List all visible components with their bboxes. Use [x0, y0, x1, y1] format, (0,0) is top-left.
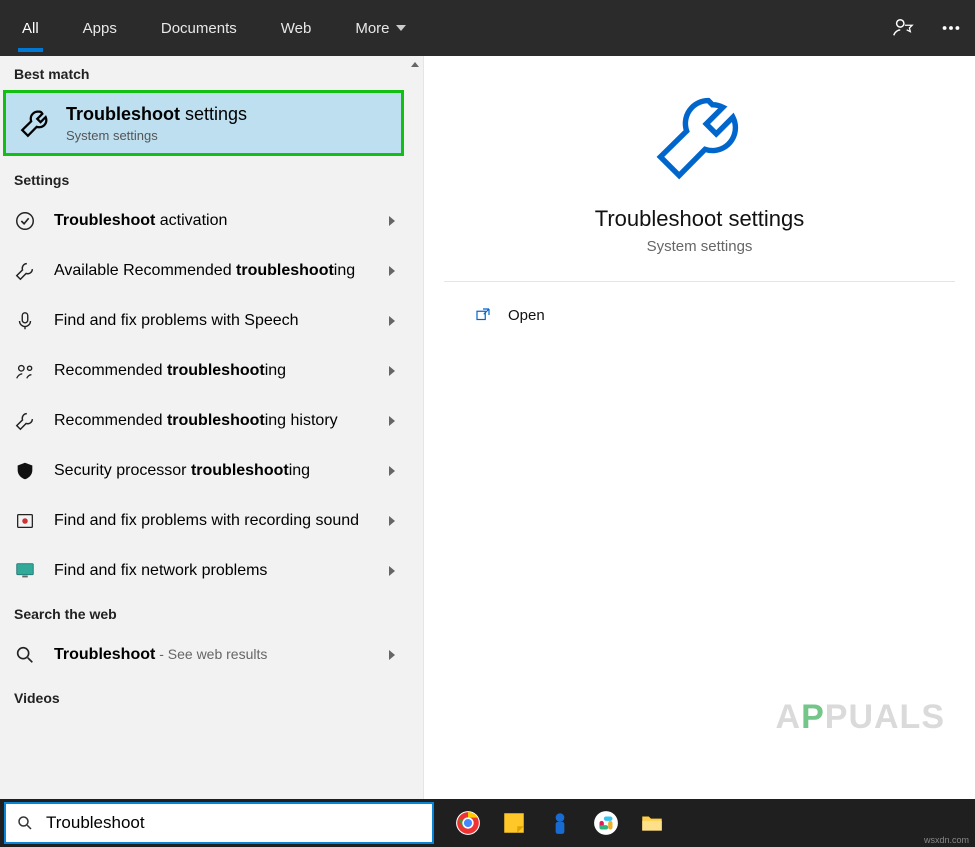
result-label: Troubleshoot activation: [54, 211, 383, 231]
options-button[interactable]: [927, 0, 975, 56]
preview-pane: Troubleshoot settings System settings Op…: [424, 56, 975, 799]
wrench-icon: [14, 260, 36, 282]
search-icon: [16, 814, 34, 832]
feedback-icon: [892, 17, 914, 39]
result-label: Find and fix network problems: [54, 561, 383, 581]
record-icon: [14, 510, 36, 532]
app-slack[interactable]: [592, 809, 620, 837]
chevron-right-icon: [389, 466, 395, 476]
app-sticky-notes[interactable]: [500, 809, 528, 837]
search-icon: [14, 644, 36, 666]
tab-more-label: More: [355, 20, 389, 37]
best-match-result[interactable]: Troubleshoot settings System settings: [3, 90, 404, 156]
result-security-processor[interactable]: Security processor troubleshooting: [0, 446, 407, 496]
wrench-icon: [18, 106, 52, 140]
attribution: wsxdn.com: [924, 835, 969, 845]
group-search-web: Search the web: [0, 596, 407, 630]
app-blue[interactable]: [546, 809, 574, 837]
result-label: Find and fix problems with recording sou…: [54, 511, 383, 531]
folder-icon: [639, 810, 665, 836]
chevron-down-icon: [396, 25, 406, 31]
tab-documents[interactable]: Documents: [139, 0, 259, 56]
chevron-right-icon: [389, 316, 395, 326]
preview-title: Troubleshoot settings: [595, 206, 805, 232]
result-network[interactable]: Find and fix network problems: [0, 546, 407, 596]
result-label: Recommended troubleshooting: [54, 361, 383, 381]
feedback-button[interactable]: [879, 0, 927, 56]
taskbar-search[interactable]: [4, 802, 434, 844]
chrome-icon: [455, 810, 481, 836]
shield-icon: [14, 460, 36, 482]
best-match-title: Troubleshoot settings: [66, 103, 247, 126]
open-action[interactable]: Open: [464, 300, 555, 330]
tab-web[interactable]: Web: [259, 0, 334, 56]
result-available-recommended[interactable]: Available Recommended troubleshooting: [0, 246, 407, 296]
taskbar-apps: [454, 809, 666, 837]
result-recommended[interactable]: Recommended troubleshooting: [0, 346, 407, 396]
tab-more[interactable]: More: [333, 0, 427, 56]
ellipsis-icon: [940, 17, 962, 39]
result-troubleshoot-activation[interactable]: Troubleshoot activation: [0, 196, 407, 246]
microphone-icon: [14, 310, 36, 332]
results-scrollbar[interactable]: [407, 56, 423, 799]
search-scope-tabs: All Apps Documents Web More: [0, 0, 975, 56]
separator: [444, 281, 955, 282]
note-icon: [501, 810, 527, 836]
watermark: APPUALS: [776, 698, 945, 737]
people-icon: [14, 360, 36, 382]
open-label: Open: [508, 307, 545, 324]
result-recording-sound[interactable]: Find and fix problems with recording sou…: [0, 496, 407, 546]
app-explorer[interactable]: [638, 809, 666, 837]
group-videos: Videos: [0, 680, 407, 714]
result-label: Troubleshoot - See web results: [54, 645, 383, 665]
result-recommended-history[interactable]: Recommended troubleshooting history: [0, 396, 407, 446]
slack-icon: [593, 810, 619, 836]
result-web-troubleshoot[interactable]: Troubleshoot - See web results: [0, 630, 407, 680]
group-settings: Settings: [0, 162, 407, 196]
chevron-right-icon: [389, 366, 395, 376]
search-input[interactable]: [46, 813, 422, 833]
chevron-right-icon: [389, 416, 395, 426]
results-pane: Best match Troubleshoot settings System …: [0, 56, 424, 799]
chevron-right-icon: [389, 216, 395, 226]
preview-subtitle: System settings: [647, 238, 753, 255]
wrench-icon: [650, 86, 750, 186]
best-match-subtitle: System settings: [66, 128, 247, 143]
app-chrome[interactable]: [454, 809, 482, 837]
result-speech[interactable]: Find and fix problems with Speech: [0, 296, 407, 346]
chevron-right-icon: [389, 650, 395, 660]
result-label: Find and fix problems with Speech: [54, 311, 383, 331]
person-icon: [547, 810, 573, 836]
tab-apps[interactable]: Apps: [61, 0, 139, 56]
result-label: Available Recommended troubleshooting: [54, 261, 383, 281]
open-icon: [474, 306, 492, 324]
taskbar: wsxdn.com: [0, 799, 975, 847]
network-icon: [14, 560, 36, 582]
check-circle-icon: [14, 210, 36, 232]
tab-all[interactable]: All: [0, 0, 61, 56]
wrench-icon: [14, 410, 36, 432]
scroll-up-icon[interactable]: [407, 56, 423, 72]
chevron-right-icon: [389, 266, 395, 276]
group-best-match: Best match: [0, 56, 407, 90]
result-label: Recommended troubleshooting history: [54, 411, 383, 431]
chevron-right-icon: [389, 566, 395, 576]
result-label: Security processor troubleshooting: [54, 461, 383, 481]
chevron-right-icon: [389, 516, 395, 526]
